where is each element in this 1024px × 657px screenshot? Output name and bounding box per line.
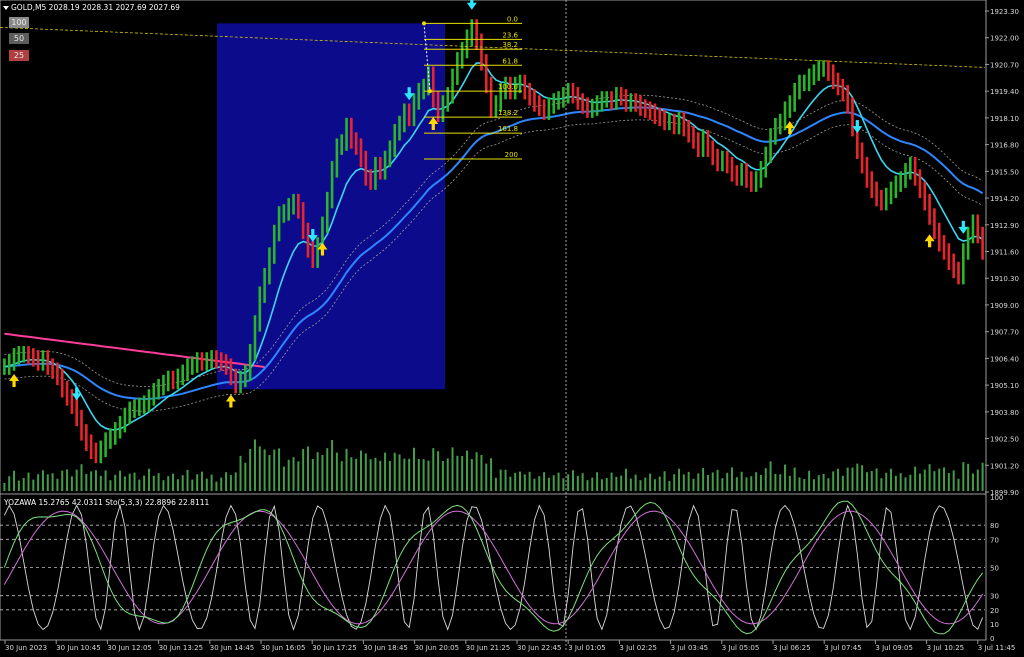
time-tick-label: 30 Jun 17:25 (312, 644, 356, 652)
chart-canvas[interactable]: 0.023.638.261.8100.0138.2161.82001923.30… (0, 0, 1024, 653)
time-tick-label: 3 Jul 06:25 (773, 644, 811, 652)
time-tick-label: 3 Jul 07:45 (824, 644, 862, 652)
time-tick-label: 3 Jul 11:45 (978, 644, 1016, 652)
fib-anchor-high (422, 21, 426, 26)
symbol-header: GOLD,M5 2028.19 2028.31 2027.69 2027.69 (11, 3, 180, 12)
zoom-50-button[interactable]: 50 (9, 33, 29, 44)
time-tick-label: 30 Jun 20:05 (415, 644, 459, 652)
oscillator-tick-label: 20 (990, 607, 999, 615)
zoom-25-button[interactable]: 25 (9, 50, 29, 61)
fib-anchor-low (428, 89, 432, 94)
indicator-header: YOZAWA 15.2765 42.0311 Sto(5,3,3) 22.889… (3, 498, 210, 507)
fib-level-label: 0.0 (507, 15, 518, 23)
time-tick-label: 3 Jul 02:25 (619, 644, 657, 652)
oscillator-tick-label: 0 (990, 635, 994, 643)
time-tick-label: 30 Jun 12:05 (107, 644, 151, 652)
price-tick-label: 1909.00 (990, 302, 1019, 310)
time-tick-label: 30 Jun 18:45 (363, 644, 407, 652)
price-tick-label: 1903.80 (990, 409, 1019, 417)
price-tick-label: 1920.70 (990, 61, 1019, 69)
price-tick-label: 1906.40 (990, 355, 1019, 363)
price-tick-label: 1910.30 (990, 275, 1019, 283)
price-tick-label: 1918.10 (990, 115, 1019, 123)
time-tick-label: 30 Jun 2023 (5, 644, 47, 652)
fib-level-label: 138.2 (498, 109, 518, 117)
price-tick-label: 1912.90 (990, 222, 1019, 230)
fib-level-label: 23.6 (502, 31, 518, 39)
oscillator-tick-label: 80 (990, 522, 999, 530)
fib-level-label: 61.8 (502, 57, 518, 65)
price-tick-label: 1901.20 (990, 462, 1019, 470)
fib-level-label: 161.8 (498, 125, 518, 133)
time-tick-label: 30 Jun 16:05 (261, 644, 305, 652)
price-tick-label: 1916.80 (990, 142, 1019, 150)
price-tick-label: 1907.70 (990, 329, 1019, 337)
zoom-100-button[interactable]: 100 (9, 17, 29, 28)
price-tick-label: 1911.60 (990, 249, 1019, 257)
price-tick-label: 1922.00 (990, 35, 1019, 43)
price-tick-label: 1919.40 (990, 88, 1019, 96)
fib-level-label: 38.2 (502, 41, 518, 49)
fib-level-label: 200 (505, 151, 518, 159)
price-tick-label: 1915.50 (990, 168, 1019, 176)
time-tick-label: 30 Jun 13:25 (159, 644, 203, 652)
time-tick-label: 30 Jun 10:45 (56, 644, 100, 652)
price-tick-label: 1914.20 (990, 195, 1019, 203)
oscillator-tick-label: 50 (990, 565, 999, 573)
oscillator-tick-label: 30 (990, 593, 999, 601)
fib-level-label: 100.0 (498, 83, 518, 91)
time-tick-label: 3 Jul 01:05 (568, 644, 606, 652)
time-tick-label: 30 Jun 21:25 (466, 644, 510, 652)
time-tick-label: 30 Jun 14:45 (210, 644, 254, 652)
oscillator-tick-label: 10 (990, 621, 999, 629)
price-tick-label: 1902.50 (990, 436, 1019, 444)
oscillator-tick-label: 100 (990, 494, 1003, 502)
oscillator-tick-label: 70 (990, 536, 999, 544)
price-tick-label: 1905.10 (990, 382, 1019, 390)
time-tick-label: 3 Jul 05:05 (722, 644, 760, 652)
trading-chart[interactable]: 0.0 23.6 38.2 61.8 100.0 138.2 161.8 200 1923.30… (0, 0, 1024, 653)
price-tick-label: 1923.30 (990, 8, 1019, 16)
time-tick-label: 3 Jul 10:25 (927, 644, 965, 652)
time-tick-label: 30 Jun 22:45 (517, 644, 561, 652)
time-tick-label: 3 Jul 03:45 (671, 644, 709, 652)
time-tick-label: 3 Jul 09:05 (875, 644, 913, 652)
